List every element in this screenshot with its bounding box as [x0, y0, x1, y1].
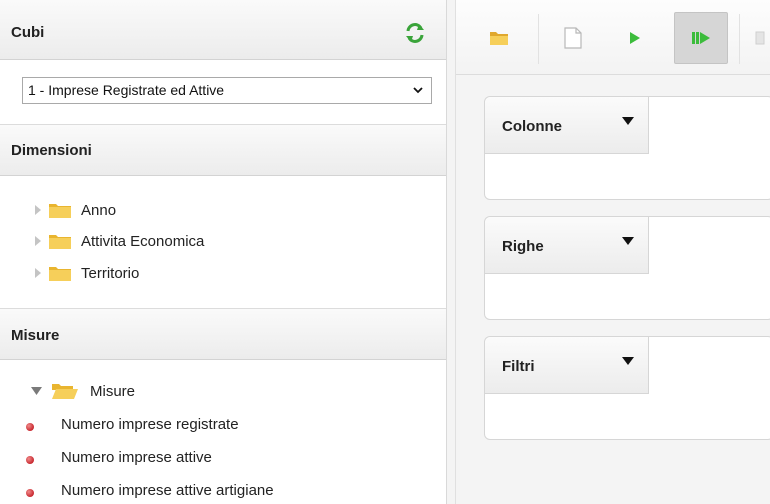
- left-panel: Cubi 1 - Imprese Registrate ed Attive Di…: [0, 0, 447, 504]
- toolbar-separator: [538, 14, 539, 64]
- run-all-icon: [692, 32, 710, 44]
- measure-dot-icon: [26, 489, 34, 497]
- drop-zone-righe[interactable]: Righe: [484, 216, 770, 320]
- partial-toolbar-button[interactable]: [744, 12, 770, 64]
- tree-item-label: Territorio: [81, 265, 140, 282]
- misure-title: Misure: [11, 327, 60, 344]
- drop-zone-colonne[interactable]: Colonne: [484, 96, 770, 200]
- measure-label: Numero imprese registrate: [61, 416, 239, 433]
- app-window: Cubi 1 - Imprese Registrate ed Attive Di…: [0, 0, 770, 504]
- truncated-icon: [755, 31, 765, 45]
- measure-dot-icon: [26, 423, 34, 431]
- collapse-arrow-icon[interactable]: [31, 387, 42, 395]
- drop-zone-filtri[interactable]: Filtri: [484, 336, 770, 440]
- cube-select[interactable]: 1 - Imprese Registrate ed Attive: [22, 77, 432, 104]
- dimensioni-header: Dimensioni: [0, 124, 446, 176]
- caret-down-icon[interactable]: [622, 117, 634, 125]
- measure-item-registrate[interactable]: Numero imprese registrate: [26, 415, 326, 435]
- panel-splitter[interactable]: [447, 0, 456, 504]
- play-icon: [630, 32, 640, 44]
- expand-arrow-icon[interactable]: [34, 268, 42, 278]
- cubi-title: Cubi: [11, 24, 45, 41]
- measure-label: Numero imprese attive: [61, 449, 212, 466]
- toolbar-separator: [739, 14, 740, 64]
- cubi-header: Cubi: [0, 0, 446, 60]
- new-document-icon: [564, 27, 582, 49]
- new-document-button[interactable]: [546, 12, 600, 64]
- tree-item-label: Attivita Economica: [81, 233, 205, 250]
- tree-item-misure-folder[interactable]: Misure: [31, 381, 231, 401]
- drop-zone-header[interactable]: Filtri: [485, 337, 649, 394]
- drop-zone-label: Filtri: [502, 358, 535, 375]
- measure-label: Numero imprese attive artigiane: [61, 482, 274, 499]
- folder-icon: [49, 204, 71, 218]
- run-button[interactable]: [608, 12, 662, 64]
- drop-zone-header[interactable]: Colonne: [485, 97, 649, 154]
- cube-select-value: 1 - Imprese Registrate ed Attive: [28, 82, 225, 98]
- refresh-icon[interactable]: [404, 22, 426, 44]
- tree-item-attivita-economica[interactable]: Attivita Economica: [34, 231, 264, 251]
- expand-arrow-icon[interactable]: [34, 205, 42, 215]
- measure-item-attive-artigiane[interactable]: Numero imprese attive artigiane: [26, 481, 346, 501]
- folder-icon: [49, 267, 71, 281]
- tree-item-label: Anno: [81, 202, 117, 219]
- measure-dot-icon: [26, 456, 34, 464]
- drop-zone-header[interactable]: Righe: [485, 217, 649, 274]
- drop-zone-label: Righe: [502, 238, 544, 255]
- caret-down-icon[interactable]: [622, 237, 634, 245]
- tree-item-label: Misure: [90, 383, 136, 400]
- folder-open-icon: [490, 32, 508, 45]
- run-all-button[interactable]: [674, 12, 728, 64]
- chevron-down-icon: [413, 87, 423, 94]
- measure-item-attive[interactable]: Numero imprese attive: [26, 448, 326, 468]
- misure-header: Misure: [0, 308, 446, 360]
- dimensioni-title: Dimensioni: [11, 142, 92, 159]
- tree-item-anno[interactable]: Anno: [34, 200, 234, 220]
- tree-item-territorio[interactable]: Territorio: [34, 263, 234, 283]
- folder-open-icon: [52, 384, 78, 399]
- caret-down-icon[interactable]: [622, 357, 634, 365]
- folder-icon: [49, 235, 71, 249]
- open-button[interactable]: [472, 12, 526, 64]
- drop-zone-label: Colonne: [502, 118, 562, 135]
- expand-arrow-icon[interactable]: [34, 236, 42, 246]
- toolbar: [456, 0, 770, 75]
